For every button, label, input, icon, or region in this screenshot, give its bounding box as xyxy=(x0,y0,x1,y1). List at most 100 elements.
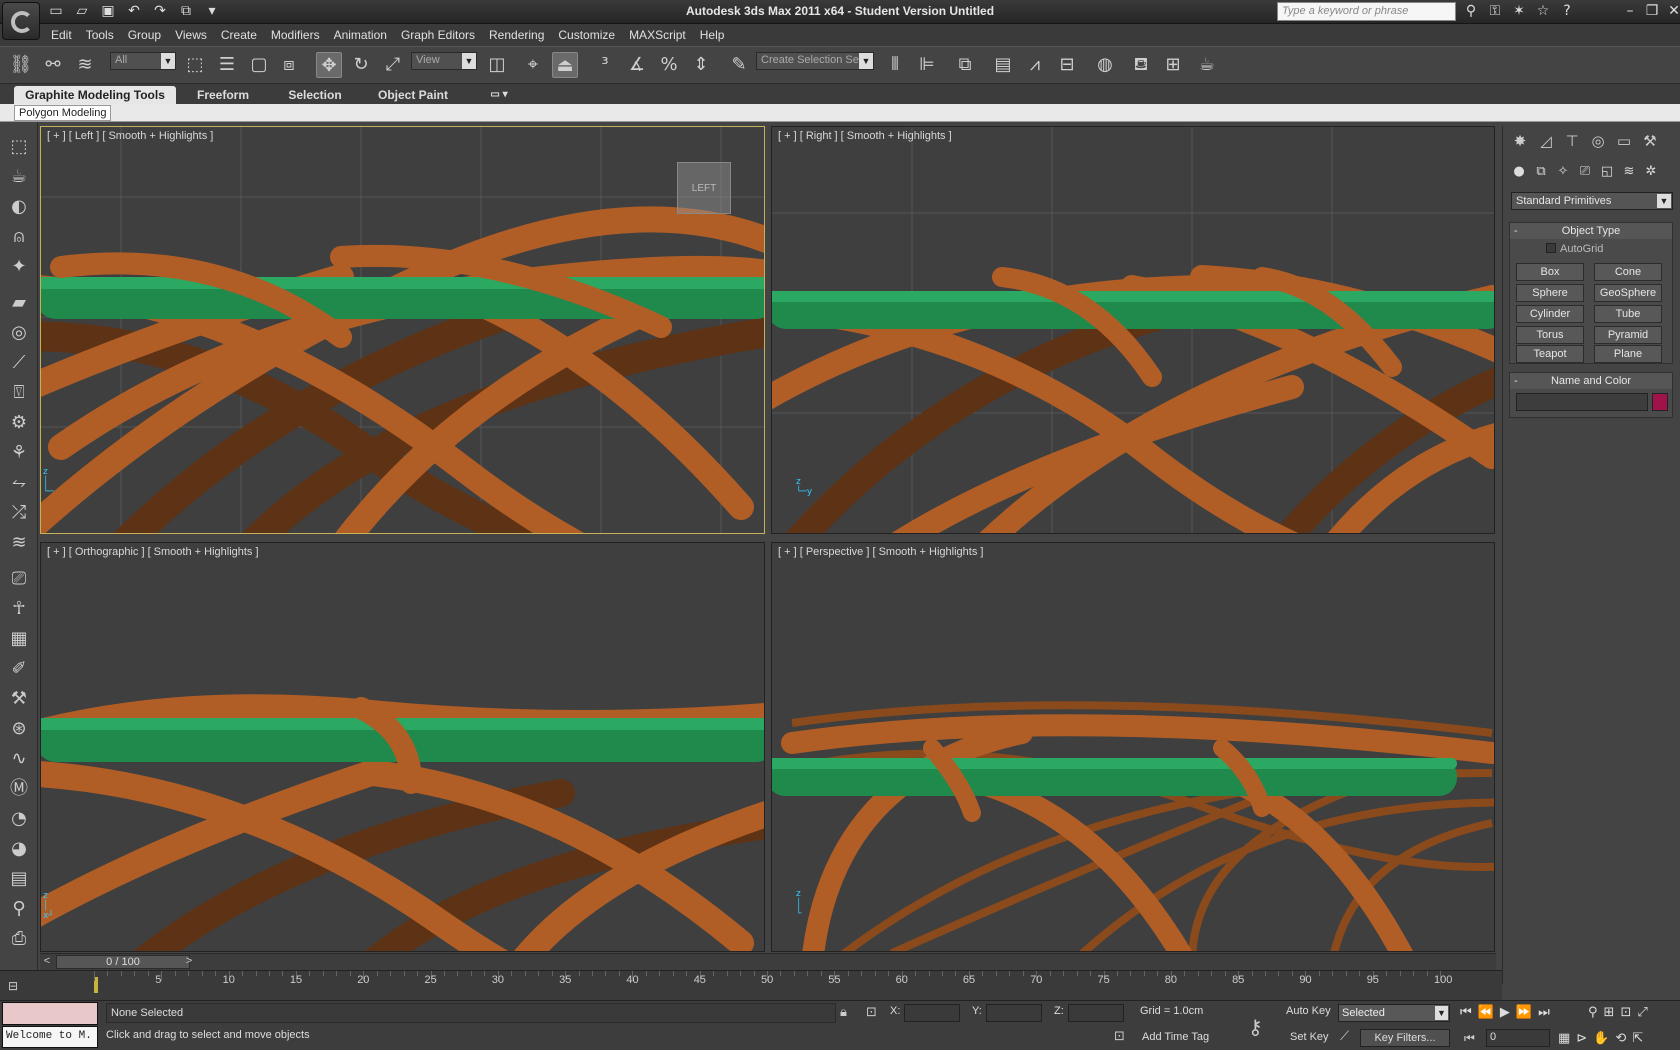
snapshot-icon[interactable]: ⎙ xyxy=(6,926,32,952)
zoom-icon[interactable]: ⚲ xyxy=(1588,1005,1598,1020)
favorites-icon[interactable]: ☆ xyxy=(1535,3,1551,19)
key-icon[interactable]: ⚷ xyxy=(1248,1015,1263,1039)
key-mode-toggle-icon[interactable]: ⏮ xyxy=(1464,1031,1475,1046)
maxscript-listener[interactable]: Welcome to M. xyxy=(2,1026,98,1048)
zoom-icon[interactable]: ⚲ xyxy=(6,896,32,922)
texture-icon[interactable]: ▦ xyxy=(6,626,32,652)
viewport-perspective[interactable]: [ + ] [ Perspective ] [ Smooth + Highlig… xyxy=(771,542,1495,952)
map-icon[interactable]: ◔ xyxy=(6,806,32,832)
viewcube[interactable]: LEFT xyxy=(677,162,731,214)
tab-graphite-modeling-tools[interactable]: Graphite Modeling Tools xyxy=(14,86,176,104)
named-selection-dropdown[interactable]: Create Selection Se ▼ xyxy=(756,52,874,70)
communication-icon[interactable]: ✶ xyxy=(1511,3,1527,19)
ribbon-options-icon[interactable]: ▭ ▾ xyxy=(484,86,514,104)
selection-filter-dropdown[interactable]: All ▼ xyxy=(110,52,176,70)
menu-graph-editors[interactable]: Graph Editors xyxy=(394,24,482,46)
go-to-end-icon[interactable]: ⏭ xyxy=(1538,1005,1550,1020)
select-object-icon[interactable]: ⬚ xyxy=(182,52,208,78)
zoom-extents-icon[interactable]: ⊡ xyxy=(1620,1005,1631,1020)
spacewarps-icon[interactable]: ≋ xyxy=(1619,162,1639,182)
render-setup-icon[interactable]: ⛾ xyxy=(1128,52,1154,78)
menu-edit[interactable]: Edit xyxy=(44,24,79,46)
paint-icon[interactable]: ✐ xyxy=(6,656,32,682)
utilities-panel-icon[interactable]: ⚒ xyxy=(1639,130,1661,152)
subscription-icon[interactable]: ⚿ xyxy=(1487,3,1503,19)
teapot-icon[interactable]: ☕ xyxy=(6,164,32,190)
cylinder-button[interactable]: Cylinder xyxy=(1516,305,1584,323)
zoom-all-icon[interactable]: ⊞ xyxy=(1604,1005,1615,1020)
play-icon[interactable]: ▶ xyxy=(1500,1005,1510,1020)
add-time-tag[interactable]: Add Time Tag xyxy=(1142,1031,1209,1043)
geosphere-button[interactable]: GeoSphere xyxy=(1594,284,1662,302)
tab-object-paint[interactable]: Object Paint xyxy=(374,86,452,104)
curve-editor-icon[interactable]: ⩘ xyxy=(1022,52,1048,78)
y-coordinate-field[interactable] xyxy=(986,1004,1042,1022)
unlink-icon[interactable]: ⚯ xyxy=(40,52,66,78)
track-view-icon[interactable]: ⊟ xyxy=(8,979,28,993)
helper-icon[interactable]: ⊛ xyxy=(6,716,32,742)
camera-icon[interactable]: ⎚ xyxy=(6,566,32,592)
link-icon[interactable]: ⛓ xyxy=(8,52,34,78)
plane-button[interactable]: Plane xyxy=(1594,345,1662,363)
prev-frame-icon[interactable]: < xyxy=(40,955,54,969)
torus-button[interactable]: Torus xyxy=(1516,326,1584,344)
menu-help[interactable]: Help xyxy=(693,24,732,46)
key-filters-button[interactable]: Key Filters... xyxy=(1360,1029,1450,1047)
lights-icon[interactable]: ✧ xyxy=(1553,162,1573,182)
angle-snap-icon[interactable]: ∡ xyxy=(624,52,650,78)
maximize-viewport-icon[interactable]: ⇱ xyxy=(1632,1031,1643,1046)
field-of-view-icon[interactable]: ⊳ xyxy=(1576,1031,1587,1046)
search-input[interactable]: Type a keyword or phrase xyxy=(1277,2,1456,21)
material-icon[interactable]: Ⓜ xyxy=(6,776,32,802)
twist-icon[interactable]: ⤮ xyxy=(6,500,32,526)
sphere-icon[interactable]: ◐ xyxy=(6,194,32,220)
extrude-icon[interactable]: ▰ xyxy=(6,290,32,316)
taper-icon[interactable]: ⍔ xyxy=(6,380,32,406)
bind-spacewarp-icon[interactable]: ≋ xyxy=(72,52,98,78)
rectangular-selection-icon[interactable]: ▢ xyxy=(246,52,272,78)
binoculars-icon[interactable]: ⚲ xyxy=(1463,3,1479,19)
menu-maxscript[interactable]: MAXScript xyxy=(622,24,693,46)
absolute-mode-icon[interactable]: ⊡ xyxy=(866,1005,877,1020)
render-icon[interactable]: ◕ xyxy=(6,836,32,862)
x-coordinate-field[interactable] xyxy=(904,1004,960,1022)
autogrid-checkbox[interactable]: AutoGrid xyxy=(1546,243,1603,255)
set-key-button[interactable]: Set Key xyxy=(1290,1031,1329,1043)
helpers-icon[interactable]: ◱ xyxy=(1597,162,1617,182)
select-manipulate-icon[interactable]: ⌖ xyxy=(520,52,546,78)
geometry-icon[interactable]: ● xyxy=(1509,162,1529,182)
percent-snap-icon[interactable]: % xyxy=(656,52,682,78)
motion-panel-icon[interactable]: ◎ xyxy=(1587,130,1609,152)
pivot-center-icon[interactable]: ◫ xyxy=(484,52,510,78)
sphere-button[interactable]: Sphere xyxy=(1516,284,1584,302)
pan-icon[interactable]: ✋ xyxy=(1593,1031,1609,1046)
cone-button[interactable]: Cone xyxy=(1594,263,1662,281)
restore-icon[interactable]: ❐ xyxy=(1644,3,1660,19)
select-move-icon[interactable]: ✥ xyxy=(316,52,342,78)
lamp-icon[interactable]: ⍝ xyxy=(6,224,32,250)
mirror-icon[interactable]: ⫴ xyxy=(882,52,908,78)
previous-frame-icon[interactable]: ⏪ xyxy=(1478,1005,1494,1020)
hierarchy-panel-icon[interactable]: ⊤ xyxy=(1561,130,1583,152)
render-production-icon[interactable]: ☕ xyxy=(1194,52,1220,78)
object-color-swatch[interactable] xyxy=(1652,393,1668,411)
spline-icon[interactable]: ∿ xyxy=(6,746,32,772)
name-color-header[interactable]: - Name and Color xyxy=(1510,373,1672,389)
time-slider-thumb[interactable]: 0 / 100 xyxy=(56,955,190,969)
key-mode-dropdown[interactable]: Selected ▼ xyxy=(1338,1004,1450,1022)
application-button[interactable] xyxy=(2,2,40,40)
bone-icon[interactable]: ⚒ xyxy=(6,686,32,712)
viewport-label-persp[interactable]: [ + ] [ Perspective ] [ Smooth + Highlig… xyxy=(778,546,983,558)
next-key-icon[interactable]: ⏩ xyxy=(1516,1005,1532,1020)
close-icon[interactable]: ✕ xyxy=(1666,3,1680,19)
stretch-icon[interactable]: ⥊ xyxy=(6,470,32,496)
next-frame-icon[interactable]: > xyxy=(182,955,196,969)
viewport-label-ortho[interactable]: [ + ] [ Orthographic ] [ Smooth + Highli… xyxy=(47,546,259,558)
object-type-header[interactable]: - Object Type xyxy=(1510,223,1672,239)
menu-create[interactable]: Create xyxy=(214,24,264,46)
wave-icon[interactable]: ≋ xyxy=(6,530,32,556)
schematic-view-icon[interactable]: ⊟ xyxy=(1054,52,1080,78)
help-icon[interactable]: ? xyxy=(1559,3,1575,19)
lock-icon[interactable]: 🔒︎ xyxy=(840,1005,847,1020)
window-crossing-icon[interactable]: ⧈ xyxy=(276,52,302,78)
